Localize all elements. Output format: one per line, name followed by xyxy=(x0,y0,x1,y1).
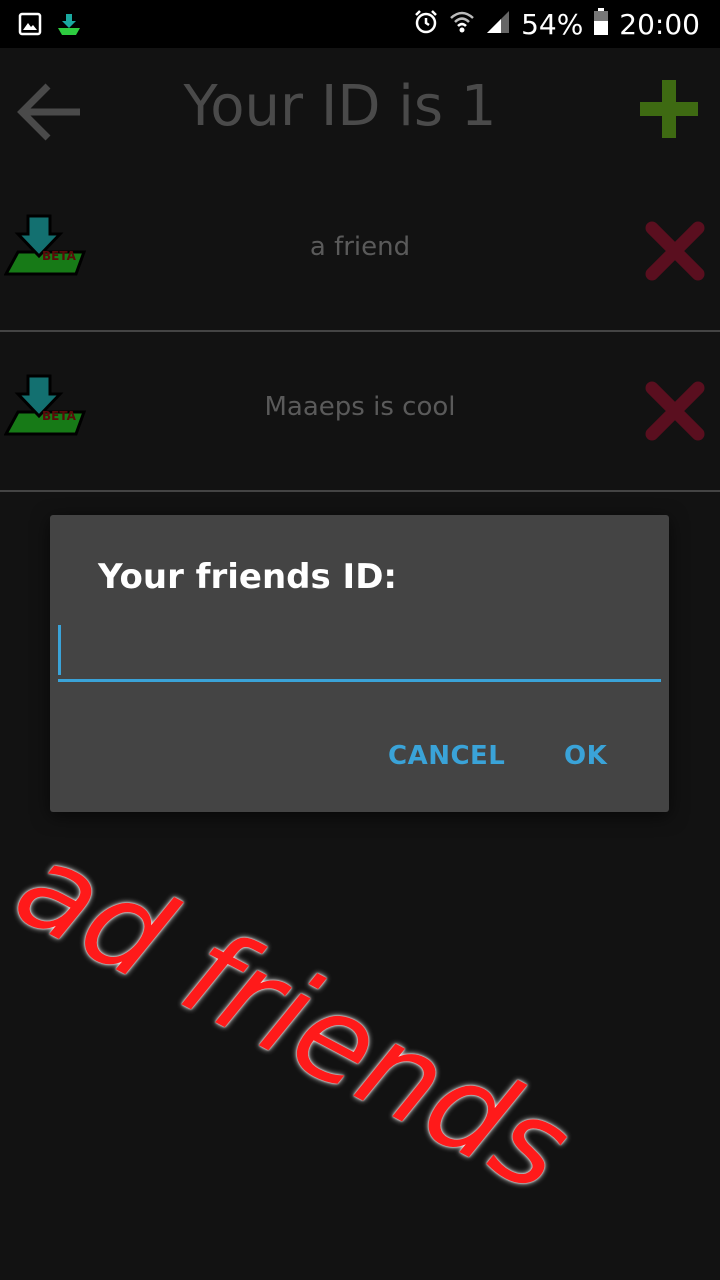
cancel-button[interactable]: CANCEL xyxy=(388,741,505,771)
list-item[interactable]: BETA a friend xyxy=(0,170,720,332)
signal-icon xyxy=(485,9,511,39)
friend-id-input[interactable] xyxy=(58,623,661,682)
battery-icon xyxy=(593,8,609,40)
delete-friend-button[interactable] xyxy=(644,220,706,282)
close-icon xyxy=(645,221,705,281)
add-friend-button[interactable] xyxy=(638,78,700,140)
page-title: Your ID is 1 xyxy=(183,74,497,139)
wifi-icon xyxy=(449,9,475,39)
dialog-title: Your friends ID: xyxy=(98,557,398,597)
download-icon xyxy=(56,12,82,40)
text-cursor xyxy=(58,625,61,675)
annotation-overlay: ad friends xyxy=(0,815,591,1221)
clock: 20:00 xyxy=(619,7,700,41)
status-bar: 54% 20:00 xyxy=(0,0,720,48)
list-item[interactable]: BETA Maaeps is cool xyxy=(0,330,720,492)
plus-icon xyxy=(640,80,698,138)
battery-percent: 54% xyxy=(521,7,584,41)
image-icon xyxy=(18,12,42,40)
delete-friend-button[interactable] xyxy=(644,380,706,442)
friend-name: Maaeps is cool xyxy=(264,392,456,422)
add-friend-dialog: Your friends ID: CANCEL OK xyxy=(50,515,669,812)
ok-button[interactable]: OK xyxy=(564,741,607,771)
friend-name: a friend xyxy=(309,232,411,262)
alarm-icon xyxy=(413,9,439,39)
close-icon xyxy=(645,381,705,441)
app-bar: Your ID is 1 xyxy=(0,48,720,178)
